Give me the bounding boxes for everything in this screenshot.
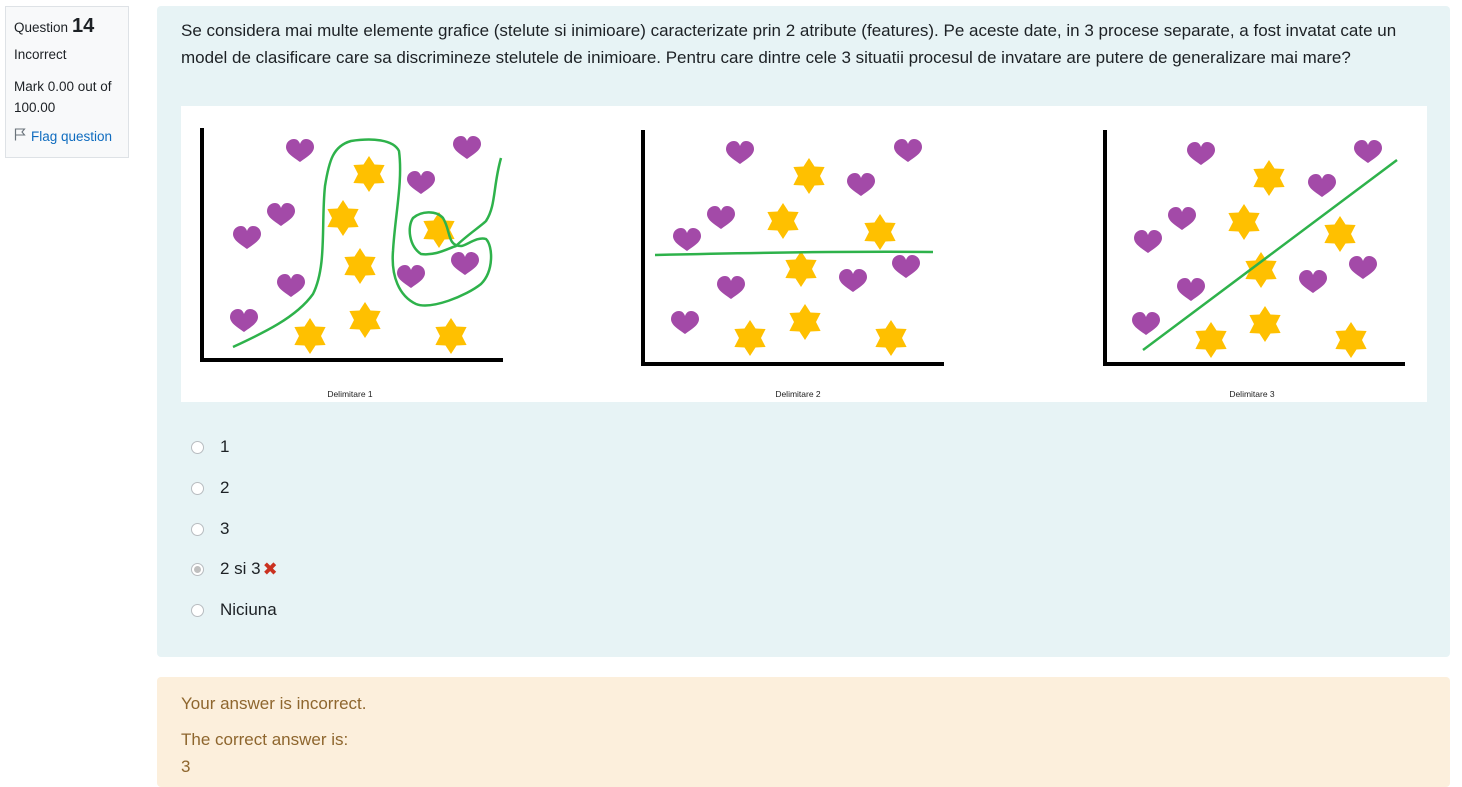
radio-dot <box>194 565 201 573</box>
heart-marker <box>1299 270 1327 293</box>
heart-marker <box>894 139 922 162</box>
correct-answer-label: The correct answer is: <box>181 730 349 749</box>
heart-marker <box>267 203 295 226</box>
answer-option-3[interactable]: 3 <box>191 515 229 543</box>
answer-radio[interactable] <box>191 603 204 617</box>
heart-marker <box>451 252 479 275</box>
heart-marker <box>1132 312 1160 335</box>
delimitare-1-caption: Delimitare 1 <box>327 389 373 399</box>
delimitare-3-caption: Delimitare 3 <box>1229 389 1275 399</box>
answer-radio-selected[interactable] <box>191 562 204 576</box>
boundary-line-2 <box>654 250 934 257</box>
heart-marker <box>1177 278 1205 301</box>
delimitare-3-panel: Delimitare 3 <box>1103 130 1405 399</box>
star-marker <box>435 318 467 354</box>
heart-marker <box>671 311 699 334</box>
star-marker <box>1324 216 1356 252</box>
answer-option-2[interactable]: 2 <box>191 474 229 502</box>
flag-question-label: Flag question <box>31 129 113 145</box>
star-marker <box>793 158 825 194</box>
answer-label: 2 si 3 <box>220 559 261 578</box>
flag-question-link[interactable]: Flag question <box>14 127 120 147</box>
feedback-result: Your answer is incorrect. <box>181 694 367 713</box>
question-number-row: Question 14 <box>14 11 120 41</box>
flag-icon <box>14 127 26 147</box>
heart-marker <box>707 206 735 229</box>
delimitare-2-panel: Delimitare 2 <box>641 130 944 399</box>
answer-radio[interactable] <box>191 522 204 536</box>
correct-answer-value: 3 <box>181 757 191 776</box>
answer-label: Niciuna <box>220 600 277 619</box>
heart-marker <box>277 274 305 297</box>
heart-marker <box>1354 140 1382 163</box>
star-marker <box>734 320 766 356</box>
heart-marker <box>1168 207 1196 230</box>
question-text: Se considera mai multe elemente grafice … <box>181 21 1397 67</box>
star-marker <box>423 212 455 248</box>
star-marker <box>344 248 376 284</box>
question-state: Incorrect <box>14 47 67 62</box>
answer-radio[interactable] <box>191 481 204 495</box>
star-marker <box>1335 322 1367 358</box>
question-formulation: Se considera mai multe elemente grafice … <box>157 6 1450 657</box>
heart-marker <box>892 255 920 278</box>
heart-marker <box>847 173 875 196</box>
delimitare-2-caption: Delimitare 2 <box>775 389 821 399</box>
star-marker <box>789 304 821 340</box>
star-marker <box>353 156 385 192</box>
heart-marker <box>1187 142 1215 165</box>
star-marker <box>1253 160 1285 196</box>
question-feedback: Your answer is incorrect. The correct an… <box>157 677 1450 787</box>
heart-marker <box>407 171 435 194</box>
heart-marker <box>717 276 745 299</box>
heart-marker <box>726 141 754 164</box>
star-marker <box>767 203 799 239</box>
heart-marker <box>1349 256 1377 279</box>
heart-marker <box>397 265 425 288</box>
star-marker <box>785 251 817 287</box>
heart-marker <box>839 269 867 292</box>
question-label: Question <box>14 20 69 35</box>
star-marker <box>875 320 907 356</box>
answer-option-5[interactable]: Niciuna <box>191 596 277 624</box>
star-marker <box>349 302 381 338</box>
star-marker <box>1249 306 1281 342</box>
star-marker <box>864 214 896 250</box>
heart-marker <box>1308 174 1336 197</box>
answer-option-1[interactable]: 1 <box>191 433 229 461</box>
answer-radio[interactable] <box>191 440 204 454</box>
heart-marker <box>453 136 481 159</box>
cross-icon: ✖ <box>262 558 278 579</box>
delimitare-1-panel: Delimitare 1 <box>200 128 503 399</box>
answer-label: 3 <box>220 519 230 538</box>
heart-marker <box>230 309 258 332</box>
heart-marker <box>286 139 314 162</box>
star-marker <box>294 318 326 354</box>
heart-marker <box>1134 230 1162 253</box>
star-marker <box>1195 322 1227 358</box>
question-figure: Delimitare 1 Delimitare 2 Delimitare 3 <box>181 106 1427 402</box>
answer-option-4[interactable]: 2 si 3 ✖ <box>191 555 278 583</box>
question-grade: Mark 0.00 out of 100.00 <box>14 79 112 116</box>
question-number: 14 <box>72 15 95 37</box>
question-info: Question 14 Incorrect Mark 0.00 out of 1… <box>5 6 129 158</box>
star-marker <box>1228 204 1260 240</box>
answer-label: 2 <box>220 478 230 497</box>
heart-marker <box>673 228 701 251</box>
heart-marker <box>233 226 261 249</box>
star-marker <box>327 200 359 236</box>
answer-label: 1 <box>220 437 230 456</box>
